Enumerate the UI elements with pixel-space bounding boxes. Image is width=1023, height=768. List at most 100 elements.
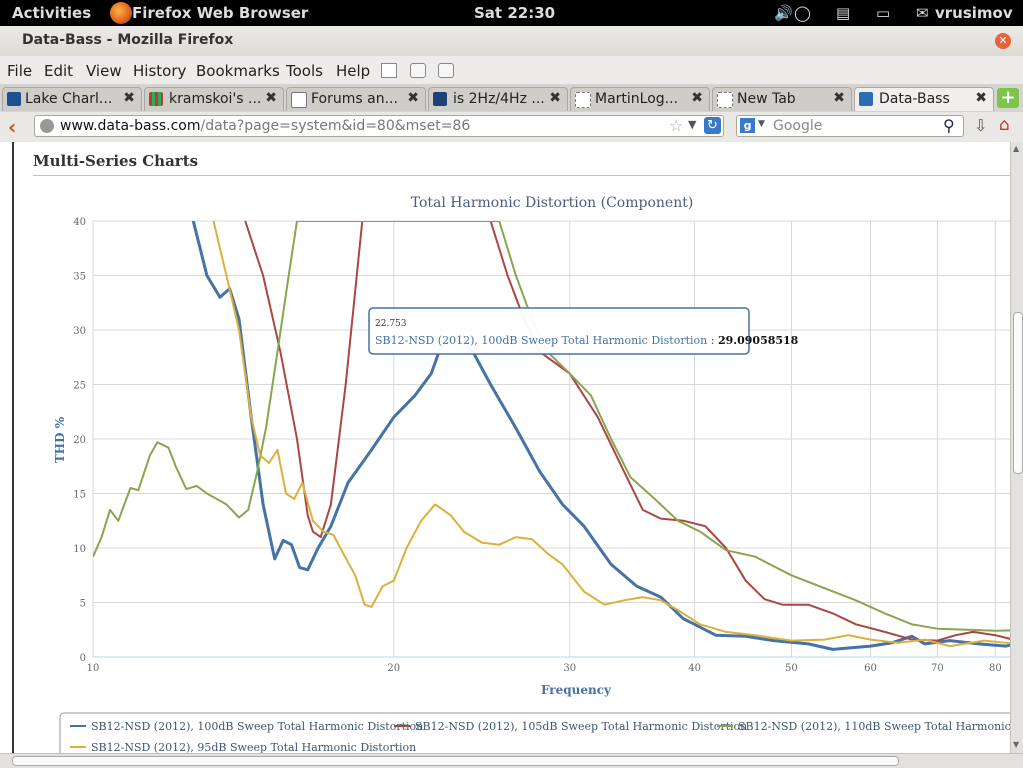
google-icon[interactable]: g	[740, 118, 755, 133]
series-line[interactable]	[93, 221, 1010, 647]
thd-chart: 0510152025303540 102030405060708090100 T…	[53, 195, 1011, 753]
legend-item[interactable]: SB12-NSD (2012), 100dB Sweep Total Harmo…	[91, 720, 423, 733]
headphones-icon[interactable]: ◯	[794, 4, 811, 22]
x-axis-ticks: 102030405060708090100	[87, 663, 1002, 674]
y-axis-ticks: 0 5 10 15 20 25 30 35 40	[73, 217, 86, 664]
globe-icon	[40, 119, 54, 133]
tab-label: kramskoi's ...	[169, 91, 262, 107]
menu-help[interactable]: Help	[336, 62, 370, 80]
hscroll-thumb[interactable]	[12, 756, 899, 766]
vertical-scrollbar[interactable]: ▲ ▼	[1010, 142, 1023, 753]
close-tab-icon[interactable]: ✖	[407, 90, 419, 106]
volume-icon[interactable]: 🔊	[774, 4, 793, 22]
scroll-up-icon[interactable]: ▲	[1013, 144, 1019, 153]
x-tick-label: 20	[387, 663, 400, 674]
home-icon[interactable]: ⌂	[999, 115, 1010, 135]
menu-bookmarks[interactable]: Bookmarks	[196, 62, 280, 80]
menu-tools[interactable]: Tools	[286, 62, 323, 80]
x-tick-label: 60	[864, 663, 877, 674]
site-favicon	[433, 92, 447, 106]
system-top-bar: Activities Firefox Web Browser Sat 22:30…	[0, 0, 1023, 26]
x-tick-label: 50	[785, 663, 798, 674]
site-favicon	[291, 92, 307, 108]
tooltip-series: SB12-NSD (2012), 100dB Sweep Total Harmo…	[375, 334, 707, 347]
series-line[interactable]	[191, 221, 1010, 651]
network-icon[interactable]: ▤	[836, 4, 850, 22]
tab-kramskoi[interactable]: kramskoi's ... ✖	[144, 87, 284, 111]
tab-lake-charles[interactable]: Lake Charl... ✖	[2, 87, 142, 111]
search-bar[interactable]: g ▼ Google ⚲	[736, 115, 964, 137]
bookmark-star-icon[interactable]: ☆	[669, 116, 683, 135]
page-icon	[717, 92, 733, 108]
history-dropdown-icon[interactable]: ▼	[688, 118, 696, 131]
navigation-bar: ‹ www.data-bass.com/data?page=system&id=…	[0, 112, 1023, 143]
activities-button[interactable]: Activities	[12, 4, 91, 22]
firefox-icon	[110, 2, 132, 24]
menu-edit[interactable]: Edit	[44, 62, 73, 80]
engine-dropdown-icon[interactable]: ▼	[758, 119, 765, 129]
app-menu[interactable]: Firefox Web Browser	[132, 4, 308, 22]
user-menu[interactable]: vrusimov	[935, 4, 1013, 22]
page-content: Multi-Series Charts 0 5 10 15 20 25 30 35 40 10 2…	[0, 142, 1010, 753]
menu-history[interactable]: History	[133, 62, 186, 80]
download-icon[interactable]: ⇩	[974, 116, 987, 135]
tab-martinlog[interactable]: MartinLog... ✖	[570, 87, 710, 111]
panel-icon[interactable]	[381, 63, 397, 78]
scroll-thumb[interactable]	[1013, 312, 1023, 474]
chart-tooltip: 22.753 SB12-NSD (2012), 100dB Sweep Tota…	[368, 307, 799, 355]
tab-forums[interactable]: Forums an... ✖	[286, 87, 426, 111]
tab-new-tab[interactable]: New Tab ✖	[712, 87, 852, 111]
minimize-icon[interactable]	[410, 63, 426, 78]
series-line[interactable]	[212, 221, 1011, 648]
tab-bar: Lake Charl... ✖ kramskoi's ... ✖ Forums …	[0, 84, 1023, 113]
url-path: /data?page=system&id=80&mset=86	[200, 118, 471, 134]
search-input[interactable]: Google	[773, 118, 822, 134]
battery-icon[interactable]: ▭	[876, 4, 890, 22]
scroll-down-icon[interactable]: ▼	[1013, 740, 1019, 749]
y-tick-label: 20	[73, 435, 86, 446]
y-axis-label: THD %	[53, 416, 67, 463]
close-tab-icon[interactable]: ✖	[691, 90, 703, 106]
menu-view[interactable]: View	[86, 62, 122, 80]
legend-item[interactable]: SB12-NSD (2012), 105dB Sweep Total Harmo…	[415, 720, 747, 733]
new-tab-icon[interactable]: +	[997, 88, 1019, 108]
tab-label: Data-Bass	[879, 91, 950, 107]
url-bar[interactable]: www.data-bass.com/data?page=system&id=80…	[34, 115, 724, 137]
series-line[interactable]	[244, 221, 1010, 647]
tab-label: New Tab	[737, 91, 796, 107]
y-tick-label: 40	[73, 217, 86, 228]
site-favicon	[149, 92, 163, 106]
clock[interactable]: Sat 22:30	[474, 4, 555, 22]
y-tick-label: 30	[73, 326, 86, 337]
y-tick-label: 35	[73, 272, 86, 283]
tab-data-bass[interactable]: Data-Bass ✖	[854, 87, 994, 111]
y-tick-label: 5	[80, 599, 86, 610]
sync-icon[interactable]	[438, 63, 454, 78]
tab-2hz[interactable]: is 2Hz/4Hz ... ✖	[428, 87, 568, 111]
url-host: www.data-bass.com	[60, 118, 201, 134]
horizontal-scrollbar[interactable]	[0, 753, 1023, 768]
tooltip-body: SB12-NSD (2012), 100dB Sweep Total Harmo…	[375, 334, 799, 347]
x-tick-label: 10	[87, 663, 100, 674]
close-tab-icon[interactable]: ✖	[833, 90, 845, 106]
x-tick-label: 80	[989, 663, 1002, 674]
close-tab-icon[interactable]: ✖	[123, 90, 135, 106]
close-window-icon[interactable]: ✕	[995, 33, 1011, 49]
menu-file[interactable]: File	[7, 62, 32, 80]
search-icon[interactable]: ⚲	[943, 116, 955, 135]
window-title: Data-Bass - Mozilla Firefox	[22, 32, 234, 48]
legend-item[interactable]: SB12-NSD (2012), 95dB Sweep Total Harmon…	[91, 741, 416, 753]
site-favicon	[859, 92, 873, 106]
tab-label: MartinLog...	[595, 91, 679, 107]
close-tab-icon[interactable]: ✖	[549, 90, 561, 106]
chart-title: Total Harmonic Distortion (Component)	[411, 195, 694, 211]
user-icon[interactable]: ✉	[916, 4, 929, 22]
tab-label: Lake Charl...	[25, 91, 113, 107]
back-icon[interactable]: ‹	[8, 115, 16, 139]
close-tab-icon[interactable]: ✖	[975, 90, 987, 106]
reload-icon[interactable]: ↻	[704, 117, 721, 134]
close-tab-icon[interactable]: ✖	[265, 90, 277, 106]
site-favicon	[7, 92, 21, 106]
legend-item[interactable]: SB12-NSD (2012), 110dB Sweep Total Harmo…	[738, 720, 1010, 733]
menu-bar: File Edit View History Bookmarks Tools H…	[0, 56, 1023, 84]
